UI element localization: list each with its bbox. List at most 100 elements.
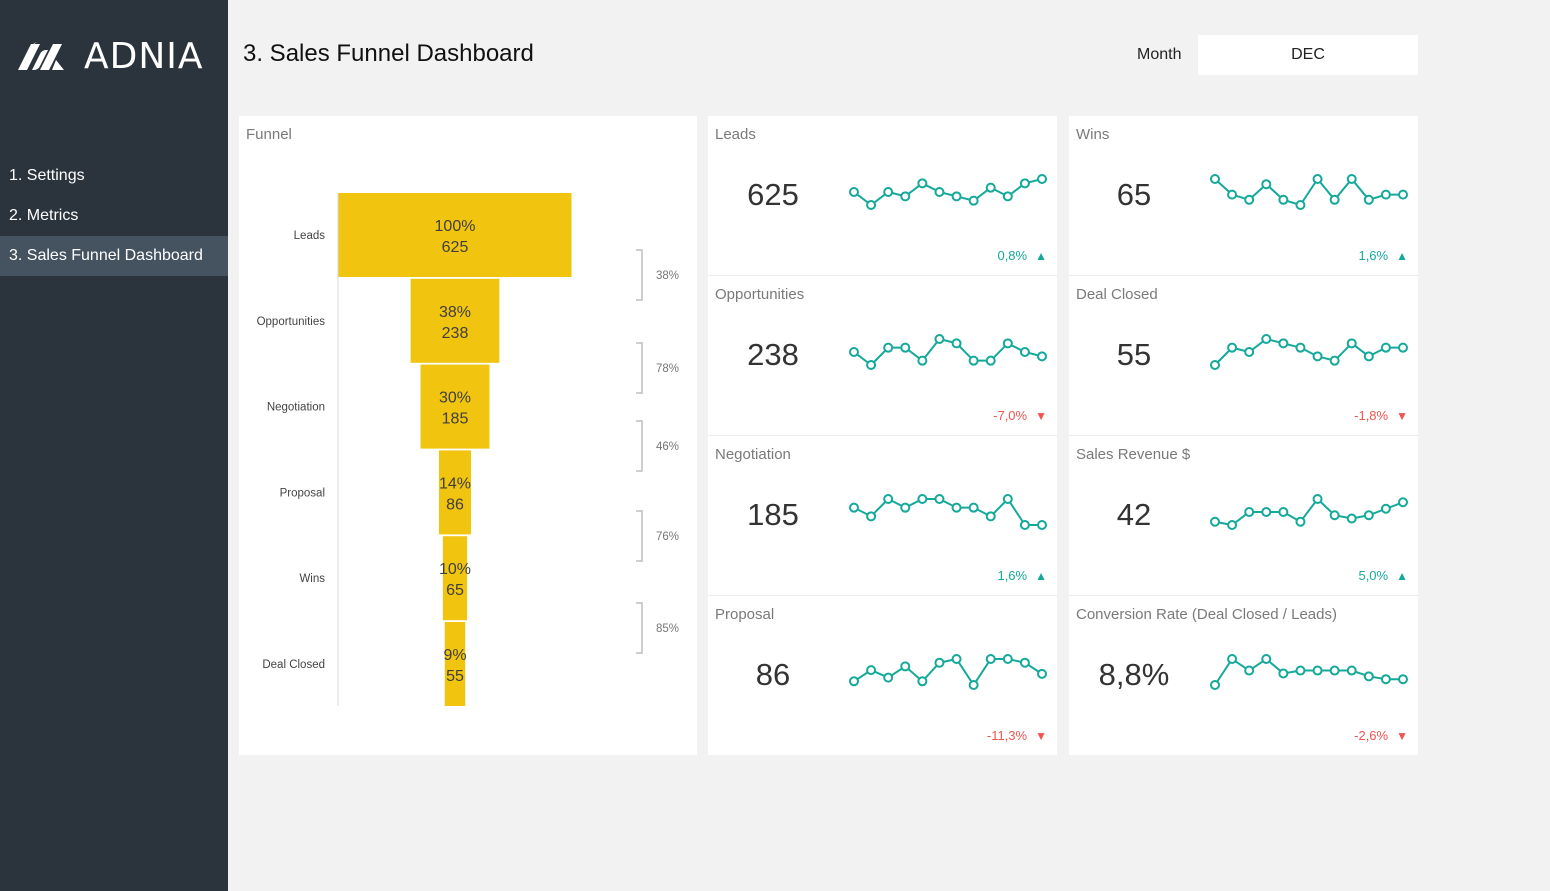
sparkline-point <box>866 511 877 522</box>
sparkline-point <box>917 355 928 366</box>
sidebar-item-settings[interactable]: 1. Settings <box>0 156 228 196</box>
sparkline <box>849 174 1047 210</box>
sparkline-point <box>1210 360 1220 370</box>
sparkline-point <box>1278 194 1289 205</box>
sparkline-point <box>1037 520 1047 530</box>
sparkline-point <box>883 187 894 197</box>
sparkline-point <box>849 676 859 687</box>
sparkline-point <box>1346 513 1357 524</box>
arrow-down-icon: ▼ <box>1035 409 1047 423</box>
sparkline-point <box>1346 338 1357 349</box>
sparkline-point <box>883 672 894 683</box>
sparkline-point <box>1312 174 1323 184</box>
sparkline-point <box>985 654 996 664</box>
funnel-chart: Leads 100% 625 Opportunities 38% 238 Negotiati… <box>257 193 679 706</box>
sparkline-point <box>849 187 859 197</box>
kpi-card-negotiation: Negotiation 185 1,6% ▲ <box>708 436 1057 596</box>
brand-logo[interactable]: ADNIA <box>18 36 204 77</box>
sparkline-point <box>1380 342 1391 353</box>
kpi-title: Sales Revenue $ <box>1076 446 1191 463</box>
funnel-bar-pct: 14% <box>439 475 471 492</box>
sparkline-point <box>866 200 877 210</box>
page-title: 3. Sales Funnel Dashboard <box>243 40 534 67</box>
kpi-change: 0,8% ▲ <box>997 248 1047 263</box>
sparkline-point <box>917 178 928 189</box>
kpi-column-left: Leads 625 0,8% ▲ Opportunities 238 -7,0% ▼ Negot… <box>708 116 1057 755</box>
kpi-change: 1,6% ▲ <box>1358 248 1408 263</box>
kpi-change-value: -11,3% <box>986 728 1028 743</box>
sidebar-item-metrics[interactable]: 2. Metrics <box>0 196 228 236</box>
sparkline-point <box>951 338 962 349</box>
sparkline-point <box>1210 516 1220 527</box>
sparkline <box>1210 174 1408 210</box>
sparkline-point <box>1019 347 1030 357</box>
kpi-card-conversion-rate-deal-closed-leads: Conversion Rate (Deal Closed / Leads) 8,8… <box>1069 596 1418 755</box>
sparkline-point <box>1363 510 1374 521</box>
sparkline-point <box>1244 347 1255 357</box>
sparkline-point <box>1398 497 1408 508</box>
sparkline-point <box>1244 665 1255 676</box>
funnel-stage-label: Deal Closed <box>262 659 325 671</box>
kpi-change: 5,0% ▲ <box>1358 568 1408 583</box>
kpi-card-wins: Wins 65 1,6% ▲ <box>1069 116 1418 276</box>
sparkline-point <box>968 195 979 206</box>
sparkline-point <box>1329 665 1340 676</box>
sparkline-path <box>1214 337 1403 366</box>
sparkline-point <box>1261 334 1272 344</box>
sparkline-point <box>1261 179 1272 190</box>
kpi-change-value: -1,8% <box>1354 408 1389 423</box>
funnel-bar-value: 55 <box>446 668 464 685</box>
conversion-bracket <box>636 249 643 301</box>
sparkline-point <box>934 334 945 344</box>
kpi-column-right: Wins 65 1,6% ▲ Deal Closed 55 -1,8% ▼ Sales Reve… <box>1069 116 1418 755</box>
funnel-stage-label: Proposal <box>280 487 325 499</box>
conversion-bracket <box>636 602 643 654</box>
sparkline-point <box>849 502 859 513</box>
sparkline-point <box>900 661 911 672</box>
kpi-title: Deal Closed <box>1076 286 1158 303</box>
funnel-bar-pct: 30% <box>439 390 471 407</box>
kpi-card-deal-closed: Deal Closed 55 -1,8% ▼ <box>1069 276 1418 436</box>
sparkline-point <box>1210 680 1220 690</box>
funnel-stage-label: Opportunities <box>257 316 326 328</box>
sparkline <box>1210 654 1408 690</box>
sparkline-point <box>1295 342 1306 353</box>
funnel-bar-value: 86 <box>446 496 464 513</box>
funnel-bar-pct: 9% <box>443 647 466 664</box>
sparkline-path <box>1214 657 1403 686</box>
sparkline-point <box>1295 516 1306 527</box>
kpi-value: 8,8% <box>1098 657 1170 692</box>
kpi-change: -2,6% ▼ <box>1354 728 1408 743</box>
kpi-change-value: 1,6% <box>997 568 1028 583</box>
sparkline-point <box>1363 351 1374 362</box>
month-selector[interactable]: DEC <box>1198 35 1418 75</box>
sparkline-point <box>1312 351 1323 362</box>
sparkline-point <box>934 187 945 197</box>
kpi-value: 238 <box>747 337 799 372</box>
conversion-rate-label: 46% <box>656 441 679 453</box>
sparkline-path <box>853 178 1043 207</box>
adnia-logo-icon <box>18 42 64 70</box>
sparkline-point <box>1329 194 1340 205</box>
funnel-stage-label: Leads <box>294 230 326 242</box>
conversion-rate-label: 85% <box>656 623 679 635</box>
sparkline-path <box>853 497 1042 526</box>
sparkline-point <box>1227 654 1238 664</box>
month-label: Month <box>1137 46 1182 63</box>
sparkline-point <box>1329 510 1340 521</box>
sparkline-point <box>1002 494 1013 504</box>
kpi-change: -7,0% ▼ <box>993 408 1047 423</box>
kpi-title: Negotiation <box>715 446 791 463</box>
kpi-value: 42 <box>1116 497 1152 532</box>
sidebar-item-sales-funnel-dashboard[interactable]: 3. Sales Funnel Dashboard <box>0 236 228 276</box>
sparkline-point <box>1019 178 1030 189</box>
funnel-stage-label: Wins <box>299 573 325 585</box>
conversion-rate-label: 78% <box>656 363 679 375</box>
kpi-value: 55 <box>1116 337 1152 372</box>
sparkline-point <box>1346 174 1357 184</box>
sparkline-point <box>1019 657 1030 668</box>
sparkline-point <box>934 494 945 504</box>
sparkline-point <box>1002 191 1013 202</box>
kpi-card-proposal: Proposal 86 -11,3% ▼ <box>708 596 1057 755</box>
kpi-change: -1,8% ▼ <box>1354 408 1408 423</box>
